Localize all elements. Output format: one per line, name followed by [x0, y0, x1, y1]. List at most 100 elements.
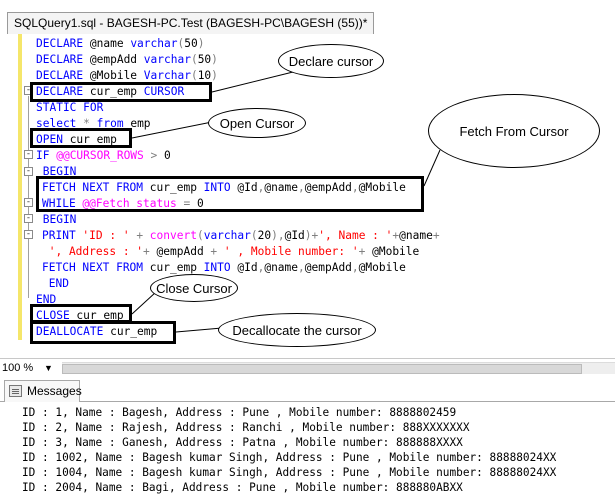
code-token: ', Address : ' [42, 245, 144, 258]
code-token: ( [196, 229, 204, 242]
results-tab-bar: Messages [0, 378, 615, 402]
code-token: cur_emp [149, 261, 204, 274]
code-token: @Id [237, 261, 258, 274]
message-line: ID : 3, Name : Ganesh, Address : Patna ,… [22, 436, 463, 449]
horizontal-scroll-thumb[interactable] [62, 364, 582, 374]
code-token: @Mobile [358, 261, 406, 274]
code-token: ) [211, 53, 218, 66]
code-line: DECLARE @name varchar(50) [36, 36, 204, 52]
open-cursor-callout-text: Open Cursor [219, 115, 295, 131]
code-line: END [42, 276, 69, 292]
code-line: PRINT 'ID : ' + convert(varchar(20),@Id)… [42, 228, 440, 244]
code-token: + [143, 245, 157, 258]
code-token: @empAdd [304, 261, 352, 274]
messages-tab-label: Messages [27, 384, 82, 398]
code-token: + [432, 229, 440, 242]
code-token: IF [36, 149, 57, 162]
code-token: + [358, 245, 373, 258]
fetch-cursor-callout-text: Fetch From Cursor [459, 123, 569, 139]
code-token: ), [271, 229, 285, 242]
code-token: 50 [184, 37, 198, 50]
code-token: , [298, 261, 305, 274]
code-token: + [210, 245, 224, 258]
code-token: ' , Mobile number: ' [223, 245, 359, 258]
messages-pane[interactable]: ID : 1, Name : Bagesh, Address : Pune , … [0, 403, 615, 504]
open-cursor-callout: Open Cursor [208, 108, 306, 138]
code-token: @empAdd [89, 53, 144, 66]
code-token: 'ID : ' [82, 229, 137, 242]
code-token: PRINT [42, 229, 83, 242]
code-token: 0 [164, 149, 171, 162]
code-token: 50 [197, 53, 212, 66]
zoom-level: 100 % [2, 362, 34, 374]
code-line: FETCH NEXT FROM cur_emp INTO @Id,@name,@… [42, 260, 406, 276]
document-tab-strip: SQLQuery1.sql - BAGESH-PC.Test (BAGESH-P… [0, 0, 615, 34]
collapse-toggle[interactable]: - [24, 230, 33, 239]
code-token: DECLARE [36, 69, 90, 82]
code-token: )+ [304, 229, 319, 242]
horizontal-scrollbar[interactable] [62, 362, 615, 374]
declare-cursor-callout: Declare cursor [278, 44, 384, 78]
declare-cursor-callout-text: Declare cursor [288, 53, 374, 69]
message-line: ID : 2, Name : Rajesh, Address : Ranchi … [22, 421, 470, 434]
code-token: > [150, 149, 164, 162]
message-line: ID : 2004, Name : Bagi, Address : Pune ,… [22, 481, 463, 494]
code-token: @empAdd [156, 245, 211, 258]
collapse-toggle[interactable]: - [24, 198, 33, 207]
fetch-cursor-callout: Fetch From Cursor [428, 94, 600, 168]
code-token: DECLARE [36, 53, 90, 66]
code-token: @Mobile [372, 245, 420, 258]
change-margin [18, 34, 22, 340]
declare-cursor-highlight [30, 82, 212, 102]
code-token: , [351, 261, 359, 274]
code-token: 20 [257, 229, 272, 242]
query-tab-title: SQLQuery1.sql - BAGESH-PC.Test (BAGESH-P… [14, 16, 368, 30]
code-token: @name [89, 37, 131, 50]
code-token: ) [211, 69, 218, 82]
collapse-toggle[interactable]: - [24, 150, 33, 159]
code-token: varchar [203, 229, 251, 242]
code-line: DECLARE @empAdd varchar(50) [36, 52, 218, 68]
code-token: @name [399, 229, 433, 242]
code-token: FETCH NEXT FROM [42, 261, 150, 274]
code-token: DECLARE [36, 37, 90, 50]
code-token: + [136, 229, 150, 242]
code-token: ( [190, 69, 198, 82]
code-token: 10 [197, 69, 212, 82]
close-cursor-callout: Close Cursor [150, 274, 238, 302]
zoom-dropdown[interactable]: 100 % ▼ [2, 360, 60, 376]
code-token: END [42, 277, 69, 290]
code-line: ', Address : '+ @empAdd + ' , Mobile num… [42, 244, 420, 260]
deallocate-cursor-callout-text: Decallocate the cursor [232, 322, 362, 338]
code-token: ( [190, 53, 198, 66]
code-token: varchar [143, 53, 191, 66]
messages-tab[interactable]: Messages [4, 380, 82, 402]
code-token: Varchar [143, 69, 191, 82]
code-token: ( [250, 229, 258, 242]
code-token: INTO [203, 261, 238, 274]
message-line: ID : 1002, Name : Bagesh kumar Singh, Ad… [22, 451, 557, 464]
deallocate-cursor-highlight [30, 321, 176, 344]
fetch-cursor-highlight [36, 176, 424, 212]
code-token: @name [264, 261, 299, 274]
chevron-down-icon[interactable]: ▼ [44, 360, 53, 376]
code-token: @Mobile [89, 69, 144, 82]
code-token: @Id [284, 229, 305, 242]
deallocate-cursor-callout: Decallocate the cursor [218, 313, 376, 347]
message-line: ID : 1004, Name : Bagesh kumar Singh, Ad… [22, 466, 557, 479]
query-tab[interactable]: SQLQuery1.sql - BAGESH-PC.Test (BAGESH-P… [7, 12, 375, 34]
code-token: convert [149, 229, 197, 242]
code-token: varchar [130, 37, 178, 50]
code-token: STATIC FOR [36, 101, 104, 114]
collapse-toggle[interactable]: - [24, 167, 33, 176]
close-cursor-callout-text: Close Cursor [156, 280, 232, 296]
code-token: emp [130, 117, 151, 130]
code-token: @@CURSOR_ROWS [56, 149, 151, 162]
collapse-toggle[interactable]: - [24, 214, 33, 223]
code-token: ', Name : ' [318, 229, 393, 242]
code-line: BEGIN [36, 212, 77, 228]
code-token: ) [197, 37, 205, 50]
messages-icon [9, 385, 22, 397]
open-cursor-highlight [30, 128, 132, 148]
code-token: BEGIN [36, 213, 77, 226]
